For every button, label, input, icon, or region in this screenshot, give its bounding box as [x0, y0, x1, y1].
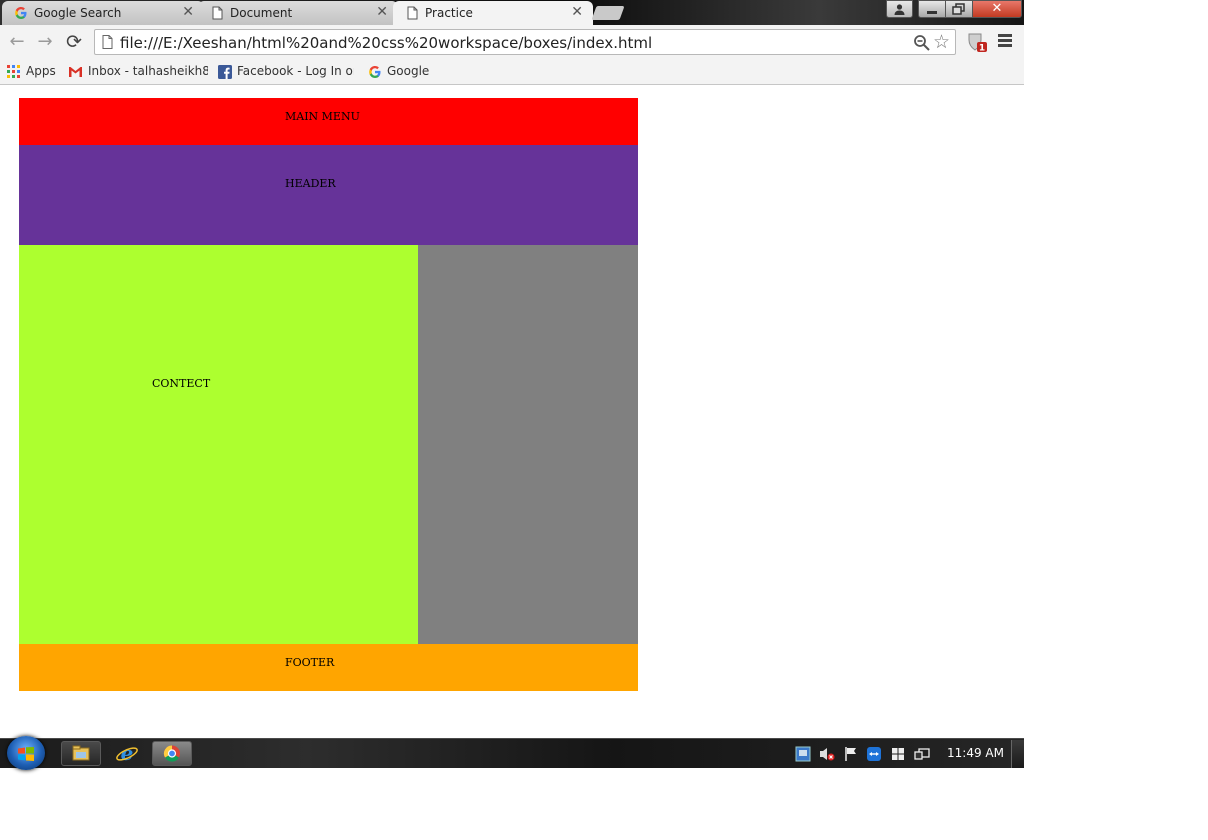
tab-title: Document	[230, 6, 293, 20]
bookmark-star-icon[interactable]: ☆	[933, 31, 950, 53]
tab-document[interactable]: Document ✕	[198, 1, 398, 25]
footer-box: FOOTER	[19, 644, 638, 691]
network-tray-icon[interactable]	[795, 746, 811, 762]
restore-button[interactable]	[945, 0, 973, 18]
shield-extension-icon[interactable]: 1	[966, 31, 988, 54]
gmail-icon	[69, 66, 82, 77]
chrome-icon	[163, 745, 180, 762]
taskbar-explorer[interactable]	[61, 741, 101, 766]
close-tab-icon[interactable]: ✕	[571, 4, 583, 20]
volume-muted-icon[interactable]	[819, 746, 835, 762]
bookmark-google[interactable]: Google	[368, 63, 429, 81]
main-menu-label: MAIN MENU	[285, 110, 360, 123]
sidebar-box	[418, 245, 638, 644]
menu-icon[interactable]	[998, 34, 1012, 48]
start-button[interactable]	[7, 736, 45, 770]
tab-practice[interactable]: Practice ✕	[393, 1, 593, 25]
minimize-button[interactable]	[918, 0, 946, 18]
page-icon	[102, 35, 113, 49]
taskbar-clock[interactable]: 11:49 AM	[947, 746, 1004, 760]
tab-title: Practice	[425, 6, 473, 20]
footer-label: FOOTER	[285, 656, 335, 669]
header-box: HEADER	[19, 145, 638, 245]
action-center-flag-icon[interactable]	[843, 746, 859, 762]
web-page-viewport: MAIN MENU HEADER CONTECT FOOTER	[0, 85, 1024, 738]
close-tab-icon[interactable]: ✕	[182, 4, 194, 20]
facebook-icon	[218, 64, 232, 79]
bookmark-label: Apps	[26, 64, 56, 78]
user-icon	[894, 4, 905, 15]
close-icon: ✕	[991, 1, 1003, 16]
windows-taskbar: e 11:49 AM	[0, 736, 1024, 770]
close-tab-icon[interactable]: ✕	[376, 4, 388, 20]
minimize-icon	[927, 11, 937, 14]
bookmark-inbox[interactable]: Inbox - talhasheikh87	[68, 63, 208, 81]
page-icon	[407, 6, 418, 20]
svg-text:e: e	[121, 741, 134, 765]
windows-logo-icon	[18, 747, 34, 761]
bookmark-apps[interactable]: Apps	[7, 63, 56, 81]
main-menu-box: MAIN MENU	[19, 98, 638, 145]
content-label: CONTECT	[152, 377, 211, 390]
show-desktop-button[interactable]	[1011, 740, 1024, 768]
teamviewer-tray-icon[interactable]	[866, 746, 882, 762]
tab-title: Google Search	[34, 6, 122, 20]
bookmark-facebook[interactable]: Facebook - Log In or S	[218, 63, 354, 81]
reload-icon[interactable]: ⟳	[63, 31, 85, 53]
forward-arrow-icon[interactable]: →	[34, 31, 56, 53]
windows-update-tray-icon[interactable]	[890, 746, 906, 762]
zoom-out-icon[interactable]	[913, 34, 931, 52]
tab-google-search[interactable]: Google Search ✕	[2, 1, 204, 25]
url-text[interactable]: file:///E:/Xeeshan/html%20and%20css%20wo…	[120, 34, 652, 52]
browser-titlebar: Google Search ✕ Document ✕ Practice ✕ ✕	[0, 0, 1024, 25]
taskbar-internet-explorer[interactable]: e	[107, 741, 147, 766]
profile-button[interactable]	[886, 0, 913, 18]
page-icon	[212, 6, 223, 20]
bookmark-label: Facebook - Log In or S	[237, 64, 354, 78]
back-arrow-icon[interactable]: ←	[6, 31, 28, 53]
browser-toolbar: ← → ⟳ file:///E:/Xeeshan/html%20and%20cs…	[0, 25, 1024, 59]
content-box: CONTECT	[19, 245, 418, 644]
header-label: HEADER	[285, 177, 336, 190]
restore-icon	[952, 3, 965, 15]
google-g-icon	[369, 65, 381, 78]
apps-grid-icon	[7, 64, 20, 78]
network-connection-icon[interactable]	[914, 746, 930, 762]
new-tab-button[interactable]	[591, 6, 625, 20]
bookmark-label: Inbox - talhasheikh87	[88, 64, 208, 78]
bookmark-label: Google	[387, 64, 430, 78]
close-window-button[interactable]: ✕	[972, 0, 1022, 18]
address-bar[interactable]: file:///E:/Xeeshan/html%20and%20css%20wo…	[94, 29, 956, 55]
taskbar-chrome[interactable]	[152, 741, 192, 766]
extension-badge-count: 1	[979, 44, 985, 54]
internet-explorer-icon: e	[116, 741, 138, 765]
google-g-icon	[15, 7, 27, 19]
windows-explorer-icon	[72, 745, 90, 761]
bookmarks-bar: Apps Inbox - talhasheikh87 Facebook - Lo…	[0, 59, 1024, 85]
